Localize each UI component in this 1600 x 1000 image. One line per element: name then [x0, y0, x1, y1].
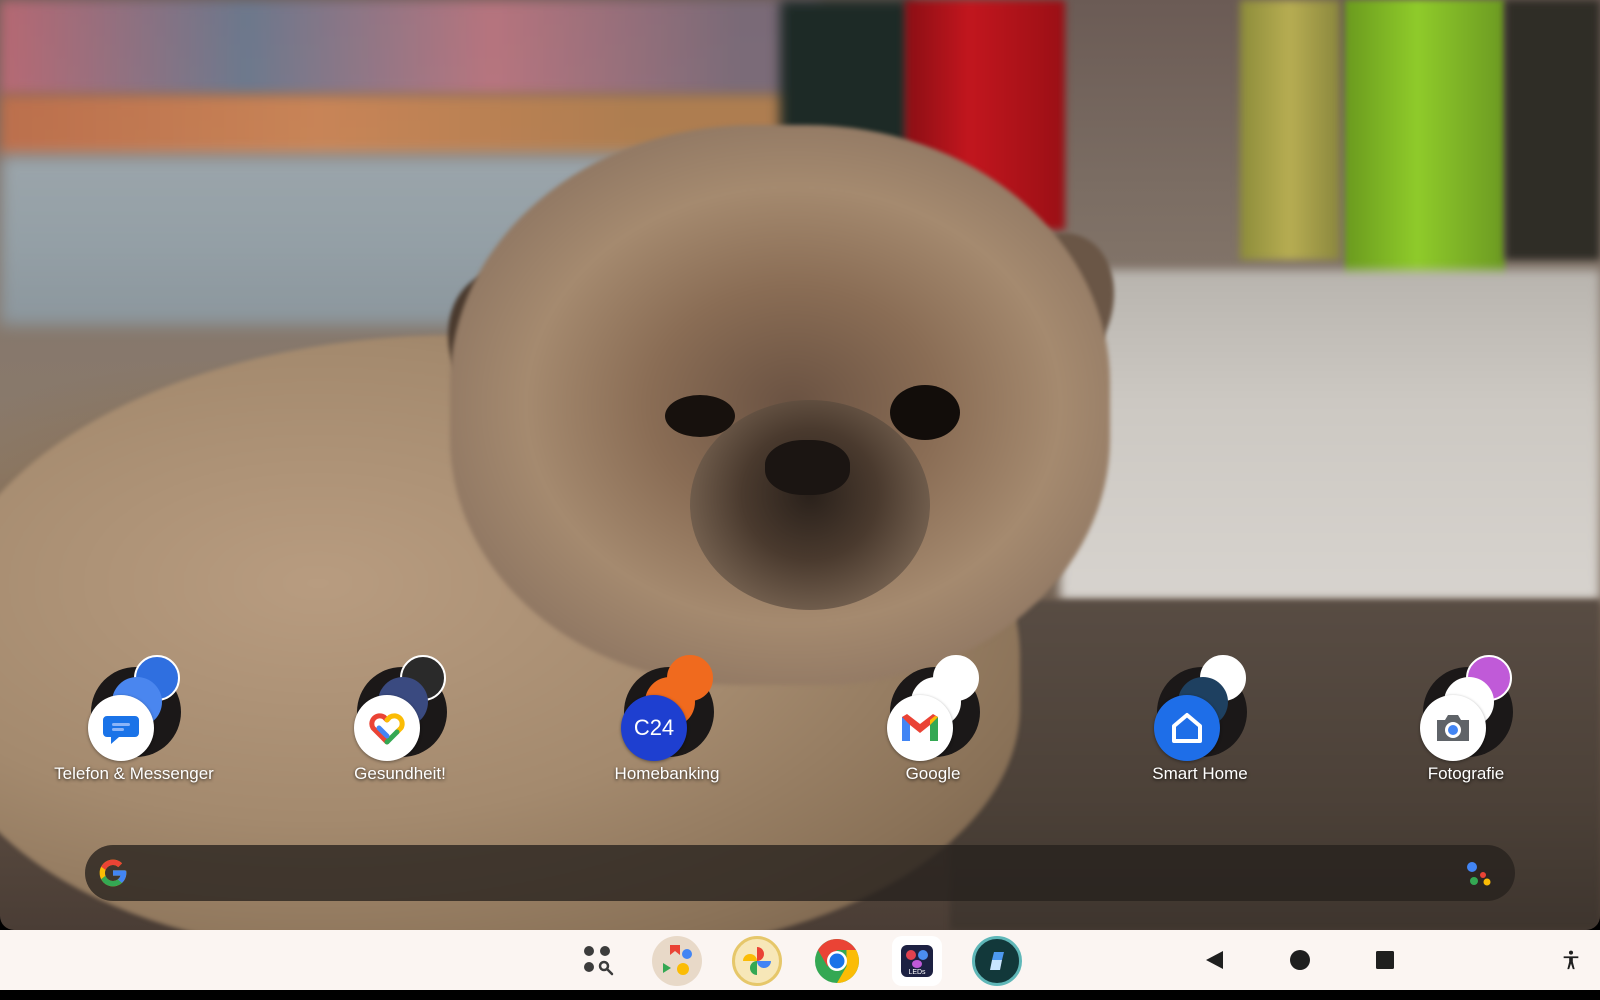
led-app-text: LEDs: [908, 969, 926, 976]
app-drawer-icon[interactable]: [574, 936, 624, 986]
folder-label: Telefon & Messenger: [54, 764, 214, 783]
google-home-icon: [1154, 695, 1220, 761]
google-photos-icon[interactable]: [732, 936, 782, 986]
folder-gesundheit[interactable]: Gesundheit!: [310, 655, 490, 805]
chrome-icon[interactable]: [812, 936, 862, 986]
app-folder-icon[interactable]: [652, 936, 702, 986]
folder-icon-stack: [1150, 655, 1250, 761]
folder-icon-stack: [883, 655, 983, 761]
google-assistant-icon[interactable]: [1465, 859, 1493, 887]
c24-bank-icon: C24: [621, 695, 687, 761]
folder-google[interactable]: Google: [843, 655, 1023, 805]
c24-text: C24: [633, 715, 675, 740]
folder-telefon-messenger[interactable]: Telefon & Messenger: [44, 655, 224, 805]
back-icon[interactable]: [1199, 945, 1229, 975]
home-icon[interactable]: [1285, 945, 1315, 975]
google-search-bar[interactable]: [85, 845, 1515, 901]
taskbar: LEDs: [0, 930, 1600, 990]
accessibility-icon[interactable]: [1556, 945, 1586, 975]
folder-label: Homebanking: [614, 764, 720, 783]
camera-icon: [1420, 695, 1486, 761]
folder-icon-stack: [84, 655, 184, 761]
folder-label: Fotografie: [1427, 764, 1505, 783]
folder-icon-stack: [1416, 655, 1516, 761]
folder-fotografie[interactable]: Fotografie: [1376, 655, 1556, 805]
google-g-icon[interactable]: [97, 857, 129, 889]
messages-icon: [88, 695, 154, 761]
folder-icon-stack: C24: [617, 655, 717, 761]
google-fit-icon: [354, 695, 420, 761]
folder-smart-home[interactable]: Smart Home: [1110, 655, 1290, 805]
gmail-icon: [887, 695, 953, 761]
folder-label: Gesundheit!: [354, 764, 446, 783]
folder-label: Smart Home: [1152, 764, 1248, 783]
home-screen-folders: Telefon & Messenger Gesundheit! C24 Home…: [0, 655, 1600, 815]
folder-homebanking[interactable]: C24 Homebanking: [577, 655, 757, 805]
shortcut-app-icon[interactable]: [972, 936, 1022, 986]
recents-icon[interactable]: [1370, 945, 1400, 975]
folder-label: Google: [905, 764, 961, 783]
led-app-icon[interactable]: LEDs: [892, 936, 942, 986]
folder-icon-stack: [350, 655, 450, 761]
